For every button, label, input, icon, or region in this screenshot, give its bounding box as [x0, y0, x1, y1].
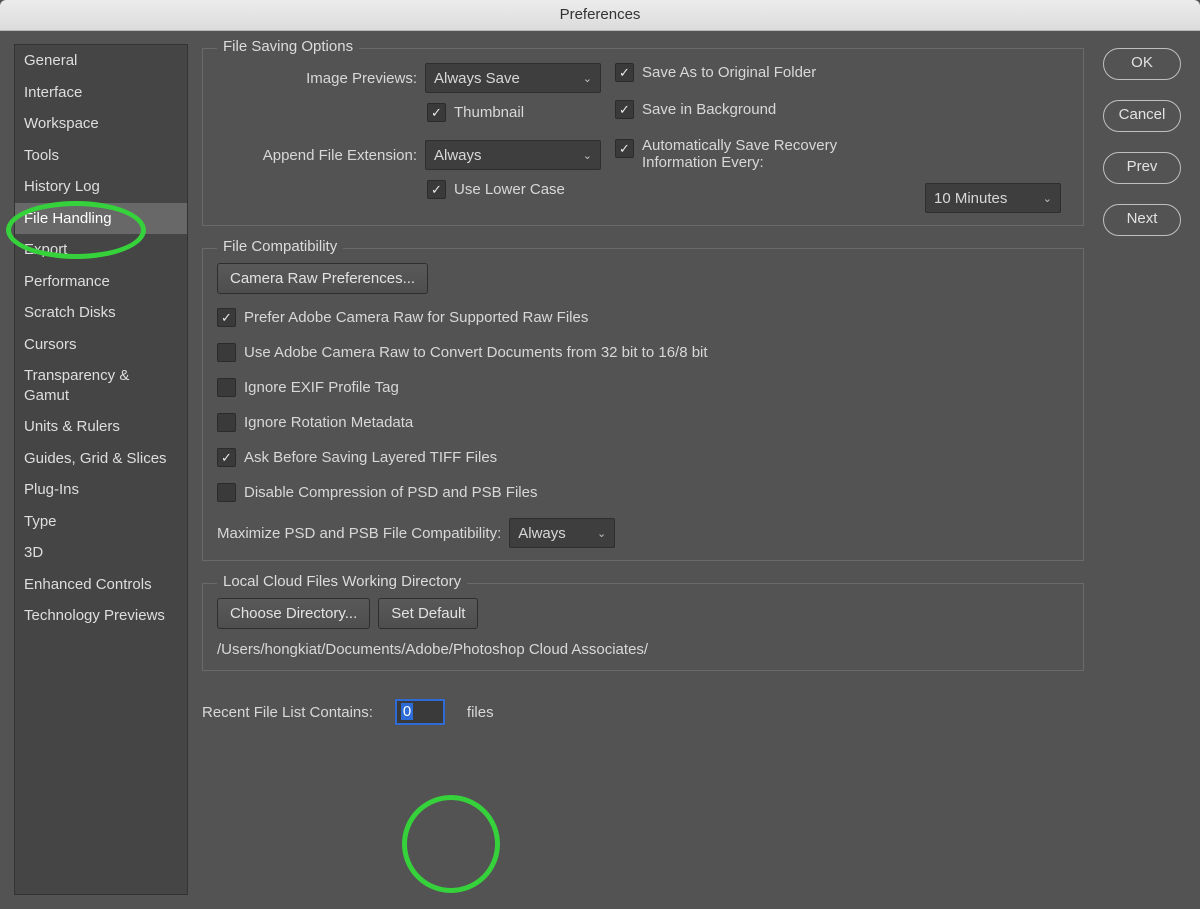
- preferences-sidebar: General Interface Workspace Tools Histor…: [14, 44, 188, 895]
- label-save-as-original: Save As to Original Folder: [642, 64, 816, 81]
- sidebar-item-interface[interactable]: Interface: [15, 77, 187, 109]
- label-prefer-acr: Prefer Adobe Camera Raw for Supported Ra…: [244, 309, 588, 326]
- chevron-down-icon: ⌄: [597, 527, 606, 540]
- check-prefer-acr[interactable]: [217, 308, 236, 327]
- label-image-previews: Image Previews:: [217, 70, 417, 87]
- check-ask-tiff[interactable]: [217, 448, 236, 467]
- chevron-down-icon: ⌄: [583, 149, 592, 162]
- check-ignore-exif[interactable]: [217, 378, 236, 397]
- check-ignore-rotation[interactable]: [217, 413, 236, 432]
- select-autosave-interval[interactable]: 10 Minutes ⌄: [925, 183, 1061, 213]
- group-file-compatibility: File Compatibility Camera Raw Preference…: [202, 248, 1084, 561]
- sidebar-item-transparency-gamut[interactable]: Transparency & Gamut: [15, 360, 187, 411]
- sidebar-item-general[interactable]: General: [15, 45, 187, 77]
- chevron-down-icon: ⌄: [1043, 192, 1052, 205]
- label-append-ext: Append File Extension:: [217, 147, 417, 164]
- button-prev[interactable]: Prev: [1103, 152, 1181, 184]
- group-file-saving-options: File Saving Options Image Previews: Alwa…: [202, 48, 1084, 226]
- legend-file-compat: File Compatibility: [217, 238, 343, 255]
- annotation-ellipse-recent: [402, 795, 500, 893]
- sidebar-item-performance[interactable]: Performance: [15, 266, 187, 298]
- check-lower-case[interactable]: [427, 180, 446, 199]
- button-next[interactable]: Next: [1103, 204, 1181, 236]
- chevron-down-icon: ⌄: [583, 72, 592, 85]
- sidebar-item-enhanced-controls[interactable]: Enhanced Controls: [15, 569, 187, 601]
- legend-file-saving: File Saving Options: [217, 38, 359, 55]
- label-save-background: Save in Background: [642, 101, 776, 118]
- sidebar-item-export[interactable]: Export: [15, 234, 187, 266]
- sidebar-item-workspace[interactable]: Workspace: [15, 108, 187, 140]
- legend-local-cloud: Local Cloud Files Working Directory: [217, 573, 467, 590]
- select-maximize-psd[interactable]: Always ⌄: [509, 518, 615, 548]
- dialog-action-buttons: OK Cancel Prev Next: [1098, 44, 1186, 895]
- sidebar-item-file-handling[interactable]: File Handling: [15, 203, 187, 235]
- sidebar-item-type[interactable]: Type: [15, 506, 187, 538]
- sidebar-item-technology-previews[interactable]: Technology Previews: [15, 600, 187, 632]
- label-thumbnail: Thumbnail: [454, 104, 524, 121]
- sidebar-item-tools[interactable]: Tools: [15, 140, 187, 172]
- sidebar-item-history-log[interactable]: History Log: [15, 171, 187, 203]
- preferences-content: File Saving Options Image Previews: Alwa…: [202, 44, 1084, 895]
- label-use-acr-convert: Use Adobe Camera Raw to Convert Document…: [244, 344, 708, 361]
- button-ok[interactable]: OK: [1103, 48, 1181, 80]
- check-disable-compression[interactable]: [217, 483, 236, 502]
- group-local-cloud-dir: Local Cloud Files Working Directory Choo…: [202, 583, 1084, 671]
- label-lower-case: Use Lower Case: [454, 181, 565, 198]
- select-append-ext[interactable]: Always ⌄: [425, 140, 601, 170]
- button-camera-raw-prefs[interactable]: Camera Raw Preferences...: [217, 263, 428, 294]
- check-save-background[interactable]: [615, 100, 634, 119]
- window-titlebar: Preferences: [0, 0, 1200, 31]
- select-image-previews[interactable]: Always Save ⌄: [425, 63, 601, 93]
- sidebar-item-scratch-disks[interactable]: Scratch Disks: [15, 297, 187, 329]
- sidebar-item-plug-ins[interactable]: Plug-Ins: [15, 474, 187, 506]
- label-maximize-psd: Maximize PSD and PSB File Compatibility:: [217, 525, 501, 542]
- label-disable-compression: Disable Compression of PSD and PSB Files: [244, 484, 537, 501]
- button-set-default[interactable]: Set Default: [378, 598, 478, 629]
- input-recent-file-count[interactable]: 0: [395, 699, 445, 725]
- window-title: Preferences: [560, 6, 641, 23]
- label-recent-suffix: files: [467, 704, 494, 721]
- sidebar-item-guides-grid-slices[interactable]: Guides, Grid & Slices: [15, 443, 187, 475]
- text-cloud-path: /Users/hongkiat/Documents/Adobe/Photosho…: [217, 641, 1069, 658]
- check-autosave[interactable]: [615, 139, 634, 158]
- check-save-as-original[interactable]: [615, 63, 634, 82]
- label-recent-file-list: Recent File List Contains:: [202, 704, 373, 721]
- button-choose-directory[interactable]: Choose Directory...: [217, 598, 370, 629]
- button-cancel[interactable]: Cancel: [1103, 100, 1181, 132]
- label-ignore-exif: Ignore EXIF Profile Tag: [244, 379, 399, 396]
- check-thumbnail[interactable]: [427, 103, 446, 122]
- check-use-acr-convert[interactable]: [217, 343, 236, 362]
- sidebar-item-units-rulers[interactable]: Units & Rulers: [15, 411, 187, 443]
- sidebar-item-cursors[interactable]: Cursors: [15, 329, 187, 361]
- sidebar-item-3d[interactable]: 3D: [15, 537, 187, 569]
- label-ask-tiff: Ask Before Saving Layered TIFF Files: [244, 449, 497, 466]
- label-autosave: Automatically Save Recovery Information …: [642, 137, 882, 171]
- label-ignore-rotation: Ignore Rotation Metadata: [244, 414, 413, 431]
